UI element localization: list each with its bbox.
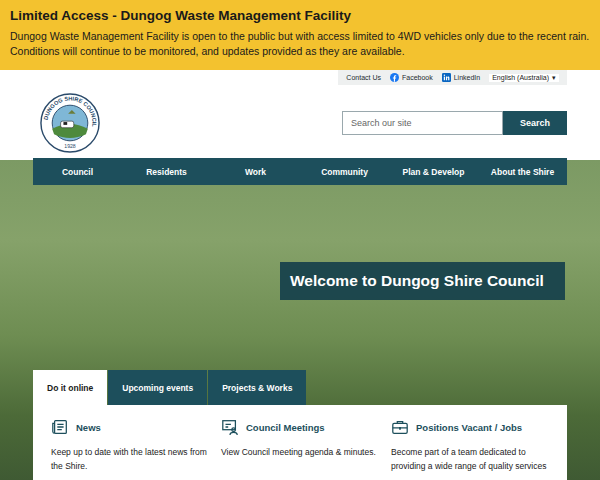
- card-description: Become part of a team dedicated to provi…: [391, 445, 549, 473]
- linkedin-icon: [442, 73, 451, 82]
- utility-link-label: Contact Us: [346, 74, 381, 81]
- card-head: Council Meetings: [221, 418, 379, 436]
- tab[interactable]: Do it online: [33, 370, 107, 405]
- nav-item[interactable]: About the Shire: [478, 158, 567, 185]
- card-title: News: [76, 422, 101, 433]
- utility-link[interactable]: Contact Us: [346, 74, 381, 81]
- alert-banner: Limited Access - Dungog Waste Management…: [0, 0, 600, 70]
- quick-link-card[interactable]: News Keep up to date with the latest news…: [51, 418, 209, 473]
- tab[interactable]: Projects & Works: [208, 370, 306, 405]
- council-logo-icon[interactable]: DUNGOG SHIRE COUNCIL 1928: [40, 93, 100, 153]
- svg-text:DUNGOG SHIRE COUNCIL: DUNGOG SHIRE COUNCIL: [43, 95, 98, 127]
- newspaper-icon: [51, 418, 69, 436]
- welcome-title: Welcome to Dungog Shire Council: [280, 262, 565, 300]
- card-title: Council Meetings: [246, 422, 325, 433]
- tabs: Do it onlineUpcoming eventsProjects & Wo…: [33, 370, 567, 405]
- card-title: Positions Vacant / Jobs: [416, 422, 522, 433]
- utility-link-label: LinkedIn: [454, 74, 480, 81]
- header: DUNGOG SHIRE COUNCIL 1928 Search: [0, 85, 600, 160]
- alert-title: Limited Access - Dungog Waste Management…: [10, 8, 590, 23]
- card-description: View Council meeting agenda & minutes.: [221, 445, 379, 459]
- quick-link-card[interactable]: Positions Vacant / Jobs Become part of a …: [391, 418, 549, 473]
- presentation-icon: [221, 418, 239, 436]
- card-head: News: [51, 418, 209, 436]
- utility-link[interactable]: LinkedIn: [442, 73, 480, 82]
- utility-bar: Contact Us Facebook LinkedIn English (Austr…: [0, 70, 600, 85]
- language-select[interactable]: English (Australia)▾: [489, 74, 559, 82]
- nav-item[interactable]: Community: [300, 158, 389, 185]
- nav-item[interactable]: Plan & Develop: [389, 158, 478, 185]
- tab-panel: News Keep up to date with the latest news…: [33, 405, 567, 480]
- caret-icon: ▾: [552, 74, 556, 82]
- briefcase-icon: [391, 418, 409, 436]
- search-input[interactable]: [342, 111, 503, 135]
- logo-year: 1928: [64, 143, 76, 149]
- utility-link-label: Facebook: [402, 74, 433, 81]
- welcome-row: Welcome to Dungog Shire Council: [33, 262, 567, 300]
- language-label: English (Australia): [492, 74, 549, 81]
- facebook-icon: [390, 73, 399, 82]
- page: Limited Access - Dungog Waste Management…: [0, 0, 600, 480]
- main-nav: CouncilResidentsWorkCommunityPlan & Deve…: [33, 158, 567, 185]
- nav-item[interactable]: Work: [211, 158, 300, 185]
- utility-links: Contact Us Facebook LinkedIn English (Austr…: [338, 70, 567, 85]
- card-description: Keep up to date with the latest news fro…: [51, 445, 209, 473]
- card-head: Positions Vacant / Jobs: [391, 418, 549, 436]
- alert-message: Dungog Waste Management Facility is open…: [10, 29, 590, 59]
- search-form: Search: [342, 111, 567, 135]
- quick-link-card[interactable]: Council Meetings View Council meeting age…: [221, 418, 379, 473]
- search-button[interactable]: Search: [503, 111, 567, 135]
- tab[interactable]: Upcoming events: [108, 370, 207, 405]
- utility-link[interactable]: Facebook: [390, 73, 433, 82]
- nav-item[interactable]: Residents: [122, 158, 211, 185]
- nav-item[interactable]: Council: [33, 158, 122, 185]
- hero: CouncilResidentsWorkCommunityPlan & Deve…: [0, 160, 600, 480]
